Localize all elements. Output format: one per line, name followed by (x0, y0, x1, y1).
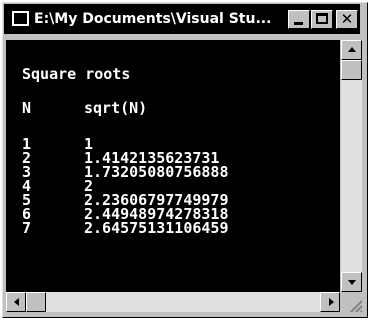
column-header-row: N sqrt(N) (6, 99, 340, 117)
arrow-left-icon (14, 298, 19, 306)
maximize-icon (316, 13, 328, 24)
console-output[interactable]: Square roots N sqrt(N) 1 1 2 1.414213562… (6, 40, 340, 292)
scroll-down-button[interactable] (341, 272, 362, 292)
close-icon: ✕ (340, 10, 354, 28)
column-header-n: N (22, 99, 32, 117)
horizontal-scroll-thumb[interactable] (26, 292, 46, 312)
row-value: 1.73205080756888 (84, 163, 229, 181)
arrow-right-icon (329, 298, 334, 306)
table-row: 3 1.73205080756888 (6, 163, 340, 181)
horizontal-scrollbar[interactable] (6, 292, 340, 312)
close-button[interactable]: ✕ (336, 10, 358, 29)
table-row: 7 2.64575131106459 (6, 219, 340, 237)
row-n: 7 (22, 219, 32, 237)
vertical-scroll-thumb[interactable] (341, 60, 362, 80)
scroll-left-button[interactable] (6, 292, 26, 312)
arrow-up-icon (348, 47, 356, 52)
minimize-button[interactable] (288, 10, 310, 29)
console-app-icon[interactable] (12, 11, 29, 26)
arrow-down-icon (348, 280, 356, 285)
column-header-sqrt: sqrt(N) (84, 99, 148, 117)
title-bar[interactable]: E:\My Documents\Visual Stu... ✕ (4, 4, 360, 34)
resize-grip-icon[interactable] (341, 292, 362, 312)
row-value: 2.64575131106459 (84, 219, 229, 237)
window-title: E:\My Documents\Visual Stu... (34, 11, 272, 27)
scroll-right-button[interactable] (320, 292, 340, 312)
minimize-icon (294, 22, 303, 25)
vertical-scrollbar[interactable] (341, 40, 362, 292)
maximize-button[interactable] (311, 10, 333, 29)
scroll-up-button[interactable] (341, 40, 362, 60)
console-heading: Square roots (22, 65, 131, 83)
